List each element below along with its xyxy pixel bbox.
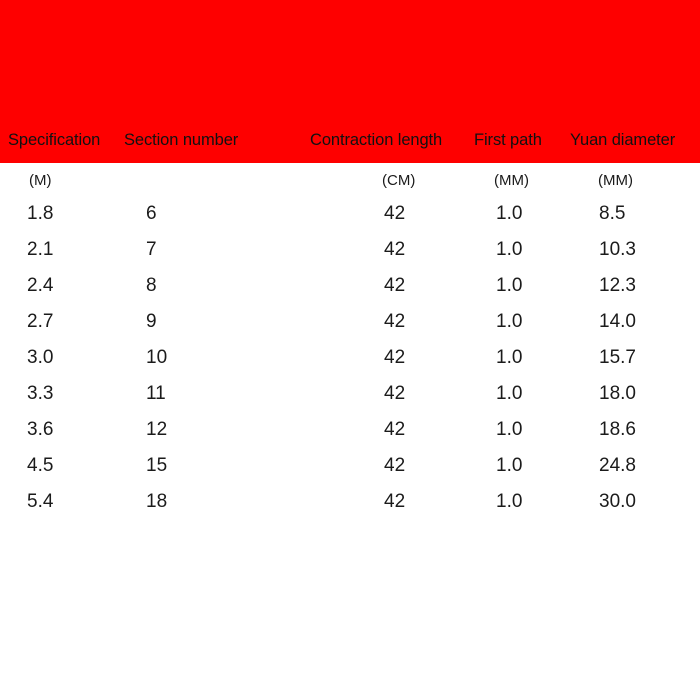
unit-contraction-length: (CM): [382, 172, 416, 189]
table-row: 3.0 10 42 1.0 15.7: [0, 344, 700, 380]
table-row: 2.1 7 42 1.0 10.3: [0, 236, 700, 272]
table-row: 2.7 9 42 1.0 14.0: [0, 308, 700, 344]
cell-first-path: 1.0: [496, 239, 523, 260]
cell-first-path: 1.0: [496, 491, 523, 512]
cell-yuan-diameter: 24.8: [599, 455, 636, 476]
cell-yuan-diameter: 18.6: [599, 419, 636, 440]
column-header-specification: Specification: [8, 131, 101, 149]
table-body: 1.8 6 42 1.0 8.5 2.1 7 42 1.0 10.3 2.4 8…: [0, 200, 700, 524]
cell-first-path: 1.0: [496, 275, 523, 296]
cell-section-number: 8: [146, 275, 157, 296]
cell-contraction-length: 42: [384, 203, 406, 224]
cell-section-number: 15: [146, 455, 168, 476]
cell-yuan-diameter: 30.0: [599, 491, 636, 512]
cell-section-number: 11: [146, 383, 166, 404]
cell-yuan-diameter: 15.7: [599, 347, 636, 368]
cell-contraction-length: 42: [384, 347, 406, 368]
cell-contraction-length: 42: [384, 455, 406, 476]
cell-specification: 1.8: [27, 203, 54, 224]
cell-specification: 2.4: [27, 275, 54, 296]
column-header-yuan-diameter: Yuan diameter: [570, 131, 676, 149]
cell-contraction-length: 42: [384, 311, 406, 332]
cell-section-number: 9: [146, 311, 157, 332]
cell-yuan-diameter: 18.0: [599, 383, 636, 404]
cell-yuan-diameter: 12.3: [599, 275, 636, 296]
cell-first-path: 1.0: [496, 311, 523, 332]
cell-specification: 2.1: [27, 239, 54, 260]
table-row: 2.4 8 42 1.0 12.3: [0, 272, 700, 308]
cell-section-number: 10: [146, 347, 168, 368]
cell-yuan-diameter: 14.0: [599, 311, 636, 332]
cell-first-path: 1.0: [496, 455, 523, 476]
cell-contraction-length: 42: [384, 419, 406, 440]
cell-first-path: 1.0: [496, 203, 523, 224]
column-header-section-number: Section number: [124, 131, 239, 149]
cell-yuan-diameter: 8.5: [599, 203, 626, 224]
column-header-first-path: First path: [474, 131, 542, 149]
cell-section-number: 12: [146, 419, 168, 440]
unit-yuan-diameter: (MM): [598, 172, 633, 189]
cell-contraction-length: 42: [384, 383, 406, 404]
cell-section-number: 7: [146, 239, 157, 260]
table-row: 3.3 11 42 1.0 18.0: [0, 380, 700, 416]
cell-first-path: 1.0: [496, 347, 523, 368]
cell-contraction-length: 42: [384, 275, 406, 296]
cell-contraction-length: 42: [384, 491, 406, 512]
cell-specification: 3.0: [27, 347, 54, 368]
cell-contraction-length: 42: [384, 239, 406, 260]
unit-first-path: (MM): [494, 172, 529, 189]
cell-specification: 2.7: [27, 311, 54, 332]
cell-specification: 3.3: [27, 383, 54, 404]
table-header-row: Specification Section number Contraction…: [0, 128, 700, 163]
column-header-contraction-length: Contraction length: [310, 131, 443, 149]
table-row: 3.6 12 42 1.0 18.6: [0, 416, 700, 452]
cell-specification: 3.6: [27, 419, 54, 440]
cell-specification: 4.5: [27, 455, 54, 476]
table-row: 5.4 18 42 1.0 30.0: [0, 488, 700, 524]
specification-table: Specification Section number Contraction…: [0, 0, 700, 700]
table-row: 4.5 15 42 1.0 24.8: [0, 452, 700, 488]
cell-first-path: 1.0: [496, 383, 523, 404]
cell-yuan-diameter: 10.3: [599, 239, 636, 260]
cell-first-path: 1.0: [496, 419, 523, 440]
table-unit-row: (M) (CM) (MM) (MM): [0, 170, 700, 194]
cell-section-number: 6: [146, 203, 157, 224]
cell-specification: 5.4: [27, 491, 54, 512]
unit-specification: (M): [29, 172, 52, 189]
table-row: 1.8 6 42 1.0 8.5: [0, 200, 700, 236]
cell-section-number: 18: [146, 491, 168, 512]
